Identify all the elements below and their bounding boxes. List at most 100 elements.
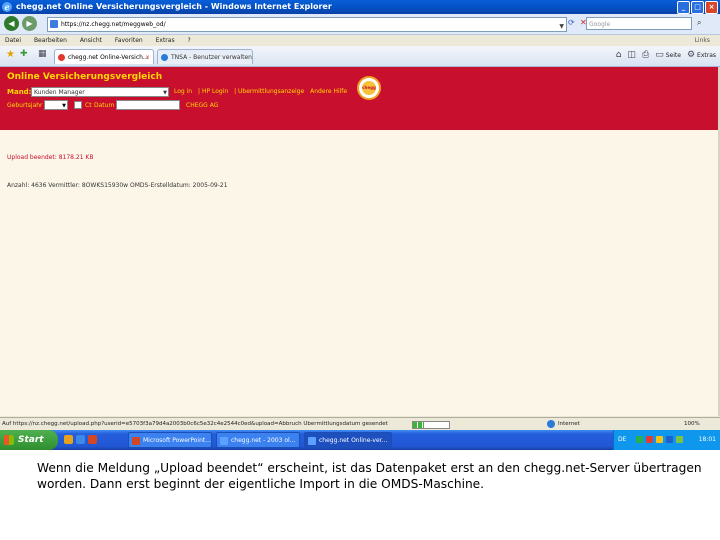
forward-button[interactable]: ▶	[22, 16, 37, 31]
help-link[interactable]: Andere Hilfe	[310, 88, 347, 95]
quicklaunch-icon[interactable]	[64, 435, 73, 444]
birthyear-label: Geburtsjahr	[7, 102, 43, 109]
filter-checkbox[interactable]	[74, 101, 82, 109]
app-title: Online Versicherungsvergleich	[7, 72, 163, 82]
company-name: CHEGG AG	[186, 102, 219, 109]
windows-logo-icon	[4, 435, 14, 445]
chegg-logo: chegg	[357, 76, 381, 100]
web-page-content: Online Versicherungsvergleich Mand: Kund…	[0, 67, 720, 416]
url-text: https://nz.chegg.net/meggweb_od/	[61, 21, 166, 28]
taskbar: Start Microsoft PowerPoint... chegg.net …	[0, 430, 720, 450]
url-input[interactable]: https://nz.chegg.net/meggweb_od/ ▼	[47, 17, 567, 32]
task-label: Microsoft PowerPoint...	[143, 437, 211, 444]
search-input[interactable]: Google	[586, 17, 692, 30]
menu-tools[interactable]: Extras	[156, 37, 175, 44]
upload-info-line: Anzahl: 4636 Vermittler: 8OWKS15930w OMD…	[7, 182, 228, 189]
language-indicator[interactable]: DE	[618, 430, 626, 450]
tab-list-icon[interactable]: ▦	[38, 49, 47, 59]
date-input[interactable]	[116, 100, 180, 110]
task-chegg-online[interactable]: chegg.net Online-ver...	[304, 432, 392, 448]
address-bar: ◀ ▶ https://nz.chegg.net/meggweb_od/ ▼ ⟳…	[0, 14, 720, 35]
minimize-button[interactable]: _	[677, 1, 690, 14]
window-title-bar[interactable]: e chegg.net Online Versicherungsvergleic…	[0, 0, 720, 14]
upload-status-message: Upload beendet: 8178.21 KB	[7, 154, 94, 161]
progress-fill	[413, 422, 424, 428]
home-icon: ⌂	[615, 50, 622, 60]
menu-help[interactable]: ?	[188, 37, 191, 44]
close-tab-icon[interactable]: ×	[145, 50, 150, 64]
tray-icon[interactable]	[646, 436, 653, 443]
menu-view[interactable]: Ansicht	[80, 37, 102, 44]
favorites-star-icon[interactable]: ★	[6, 49, 15, 60]
date-label: Datum	[94, 102, 115, 109]
zoom-level[interactable]: 100%	[684, 418, 700, 430]
hp-login-link[interactable]: | HP Login	[198, 88, 228, 95]
chevron-down-icon[interactable]: ▼	[559, 20, 564, 33]
ie-icon	[308, 437, 316, 445]
tray-icon[interactable]	[666, 436, 673, 443]
page-icon: ▭	[655, 50, 664, 60]
mandant-label: Mand:	[7, 88, 32, 96]
window-title: chegg.net Online Versicherungsvergleich …	[16, 2, 332, 11]
add-favorite-icon[interactable]: ✚	[20, 49, 28, 59]
menu-edit[interactable]: Bearbeiten	[34, 37, 67, 44]
birthyear-select[interactable]: ▼	[44, 100, 68, 110]
page-tab-icon	[161, 54, 168, 61]
menu-file[interactable]: Datei	[5, 37, 21, 44]
transmission-link[interactable]: | Ubermittlungsanzeige	[234, 88, 304, 95]
print-button[interactable]: ⎙	[642, 49, 649, 62]
page-icon	[50, 20, 58, 28]
command-toolbar: ⌂ ◫ ⎙ ▭ Seite ⚙ Extras	[616, 49, 716, 62]
status-url: Auf https://nz.chegg.net/upload.php?user…	[2, 421, 388, 427]
task-powerpoint[interactable]: Microsoft PowerPoint...	[128, 432, 212, 448]
command-tab-bar: ★ ✚ ▦ chegg.net Online-Versich... × TNSA…	[0, 46, 720, 67]
internet-explorer-icon: e	[2, 2, 12, 12]
search-icon[interactable]: ⌕	[697, 18, 701, 28]
chevron-down-icon: ▼	[163, 90, 167, 96]
tab-label: chegg.net Online-Versich...	[68, 54, 149, 61]
progress-bar	[412, 421, 450, 429]
tray-icon[interactable]	[636, 436, 643, 443]
task-label: chegg.net - 2003 ol...	[231, 437, 296, 444]
logo-text: chegg	[362, 81, 376, 95]
checkbox-label: Ct	[85, 102, 92, 109]
slide-caption: Wenn die Meldung „Upload beendet“ ersche…	[37, 461, 702, 491]
rss-icon: ◫	[627, 50, 637, 60]
maximize-button[interactable]: □	[691, 1, 704, 14]
back-button[interactable]: ◀	[4, 16, 19, 31]
tray-icon[interactable]	[656, 436, 663, 443]
ie-icon	[220, 437, 228, 445]
start-button[interactable]: Start	[0, 430, 58, 450]
page-menu-label: Seite	[665, 52, 681, 59]
refresh-icon[interactable]: ⟳	[568, 18, 575, 27]
login-link[interactable]: Log in	[174, 88, 192, 95]
printer-icon: ⎙	[642, 50, 650, 60]
tab-tnsa-users[interactable]: TNSA - Benutzer verwalten	[157, 49, 253, 64]
menu-bar: Datei Bearbeiten Ansicht Favoriten Extra…	[0, 35, 720, 46]
globe-icon	[547, 420, 555, 428]
system-tray: DE 18:01	[613, 430, 720, 450]
tools-menu-label: Extras	[697, 52, 716, 59]
quicklaunch-icon[interactable]	[88, 435, 97, 444]
close-button[interactable]: ×	[705, 1, 718, 14]
chegg-tab-icon	[58, 54, 65, 61]
tray-icon[interactable]	[676, 436, 683, 443]
home-button[interactable]: ⌂	[616, 49, 622, 62]
gear-icon: ⚙	[686, 50, 696, 60]
task-label: chegg.net Online-ver...	[319, 437, 388, 444]
status-bar: Auf https://nz.chegg.net/upload.php?user…	[0, 417, 720, 430]
links-toolbar[interactable]: Links	[695, 35, 710, 46]
window-controls: _ □ ×	[677, 1, 718, 14]
quicklaunch-ie-icon[interactable]	[76, 435, 85, 444]
menu-favorites[interactable]: Favoriten	[115, 37, 143, 44]
security-zone: Internet	[558, 421, 580, 427]
mandant-select[interactable]: Kunden Manager ▼	[31, 87, 169, 97]
feeds-button[interactable]: ◫	[628, 49, 637, 62]
tools-menu-button[interactable]: ⚙ Extras	[687, 49, 716, 62]
tab-label: TNSA - Benutzer verwalten	[171, 54, 252, 61]
page-menu-button[interactable]: ▭ Seite	[655, 49, 681, 62]
mandant-value: Kunden Manager	[34, 89, 85, 96]
tab-chegg-online[interactable]: chegg.net Online-Versich... ×	[54, 49, 154, 64]
powerpoint-icon	[132, 437, 140, 445]
task-chegg-2003[interactable]: chegg.net - 2003 ol...	[216, 432, 300, 448]
